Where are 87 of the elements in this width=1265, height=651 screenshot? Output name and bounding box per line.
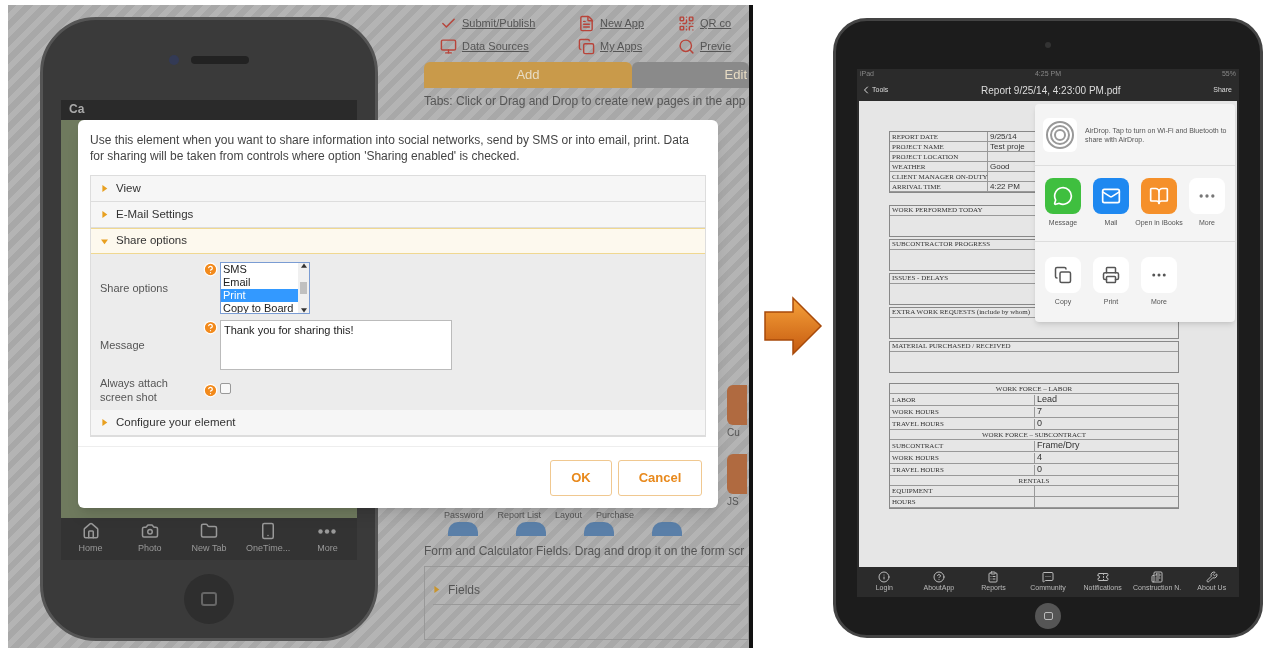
- book-icon: [1141, 178, 1177, 215]
- more-icon: [1189, 178, 1225, 215]
- hint-text: Tabs: Click or Drag and Drop to create new pages in the app: [424, 92, 747, 110]
- table-cell-text: Test proje: [989, 142, 1025, 151]
- clipboard-icon: [987, 570, 1000, 583]
- caret-icon: [101, 419, 108, 426]
- tile-label: JS: [727, 494, 739, 509]
- table-cell-text: 7: [1036, 406, 1042, 417]
- tab-bar-item[interactable]: Home: [61, 518, 121, 560]
- toolbar-link[interactable]: My Apps: [600, 38, 643, 55]
- hint-text: Form and Calculator Fields. Drag and drop it on the form scr: [424, 543, 746, 561]
- toolbar-link[interactable]: New App: [600, 15, 645, 32]
- palette-label: Password: [444, 508, 484, 522]
- nav-title: Report 9/25/14, 4:23:00 PM.pdf: [980, 83, 1122, 98]
- wrench-icon: [1205, 570, 1218, 583]
- camera-icon: [169, 55, 179, 65]
- speaker-icon: [191, 56, 249, 64]
- field-label: Message: [100, 338, 146, 352]
- folder-icon: [200, 522, 218, 541]
- caret-icon: [101, 211, 108, 218]
- palette-label: Report List: [497, 508, 542, 522]
- accordion-header[interactable]: Share options: [91, 228, 705, 254]
- document-icon: [578, 15, 595, 32]
- table-cell-text: Frame/Dry: [1036, 440, 1080, 451]
- copy-icon: [1045, 256, 1081, 293]
- tab-bar-item[interactable]: More: [297, 518, 357, 560]
- caret-icon: [101, 237, 108, 245]
- palette-icon: [516, 522, 546, 537]
- list-option[interactable]: SMS: [221, 263, 298, 276]
- monitor-icon: [440, 38, 457, 55]
- table-cell-text: 0: [1036, 418, 1042, 429]
- description-text: Use this element when you want to share information into social networks, send by SMS or into email, print. Data for sharing will be taken from controls where option 'Sharing enabled' is checked.: [90, 132, 690, 164]
- status-text: Ca: [68, 101, 86, 118]
- airdrop-icon: [1043, 117, 1077, 152]
- app-tile-icon: [727, 384, 747, 425]
- newspaper-icon: [1151, 570, 1164, 583]
- palette-icon: [652, 522, 682, 537]
- mail-icon: [1093, 178, 1129, 215]
- search-icon: [678, 38, 695, 55]
- chat-icon: [1042, 570, 1054, 583]
- accordion-header[interactable]: Configure your element: [91, 410, 705, 436]
- ticket-icon: [1096, 570, 1109, 583]
- tile-label: Cu: [727, 425, 740, 440]
- more-icon: [1141, 256, 1177, 293]
- message-field[interactable]: Thank you for sharing this!: [220, 320, 452, 370]
- help-icon: [203, 320, 218, 335]
- camera-icon: [140, 522, 159, 541]
- accordion-header[interactable]: Fields: [433, 575, 740, 606]
- toolbar-link[interactable]: Data Sources: [462, 38, 529, 55]
- printer-icon: [1093, 256, 1129, 293]
- table-cell-text: 4:22 PM: [989, 182, 1020, 191]
- table-cell-text: Good: [989, 162, 1010, 171]
- checkbox[interactable]: [220, 382, 231, 394]
- table-cell-text: 4: [1036, 452, 1042, 463]
- info-icon: [878, 570, 891, 583]
- palette-icon: [448, 522, 478, 537]
- tab-bar-item[interactable]: New Tab: [179, 518, 239, 560]
- accordion-header[interactable]: View: [91, 176, 705, 202]
- home-icon: [81, 522, 100, 541]
- more-icon: [318, 528, 337, 534]
- table-cell-text: 0: [1036, 464, 1042, 475]
- help-icon: [203, 262, 218, 277]
- arrow-icon: [763, 295, 823, 356]
- toolbar-link[interactable]: Submit/Publish: [462, 15, 536, 32]
- app-tile-icon: [727, 453, 747, 494]
- tab-bar-item[interactable]: Photo: [120, 518, 180, 560]
- caret-icon: [101, 185, 108, 192]
- list-option[interactable]: Email: [221, 276, 298, 289]
- help-icon: [932, 570, 945, 583]
- palette-icon: [584, 522, 614, 537]
- qr-code-icon: [678, 15, 695, 32]
- accordion-header[interactable]: E-Mail Settings: [91, 202, 705, 228]
- tab-bar-item[interactable]: OneTime...: [238, 518, 298, 560]
- palette-label: Purchase: [596, 508, 635, 522]
- palette-label: Layout: [555, 508, 583, 522]
- copy-icon: [578, 38, 595, 55]
- table-cell-text: Lead: [1036, 394, 1058, 405]
- scroll-down-icon: [300, 307, 307, 313]
- home-button-icon: [184, 574, 234, 624]
- field-label: Always attach screen shot: [100, 376, 169, 404]
- caret-icon: [433, 586, 440, 594]
- table-cell-text: 9/25/14: [989, 132, 1017, 141]
- field-label: Share options: [100, 281, 169, 295]
- message-icon: [1045, 178, 1081, 215]
- home-button-icon: [1035, 603, 1061, 629]
- help-icon: [203, 382, 218, 398]
- scroll-up-icon: [300, 263, 307, 269]
